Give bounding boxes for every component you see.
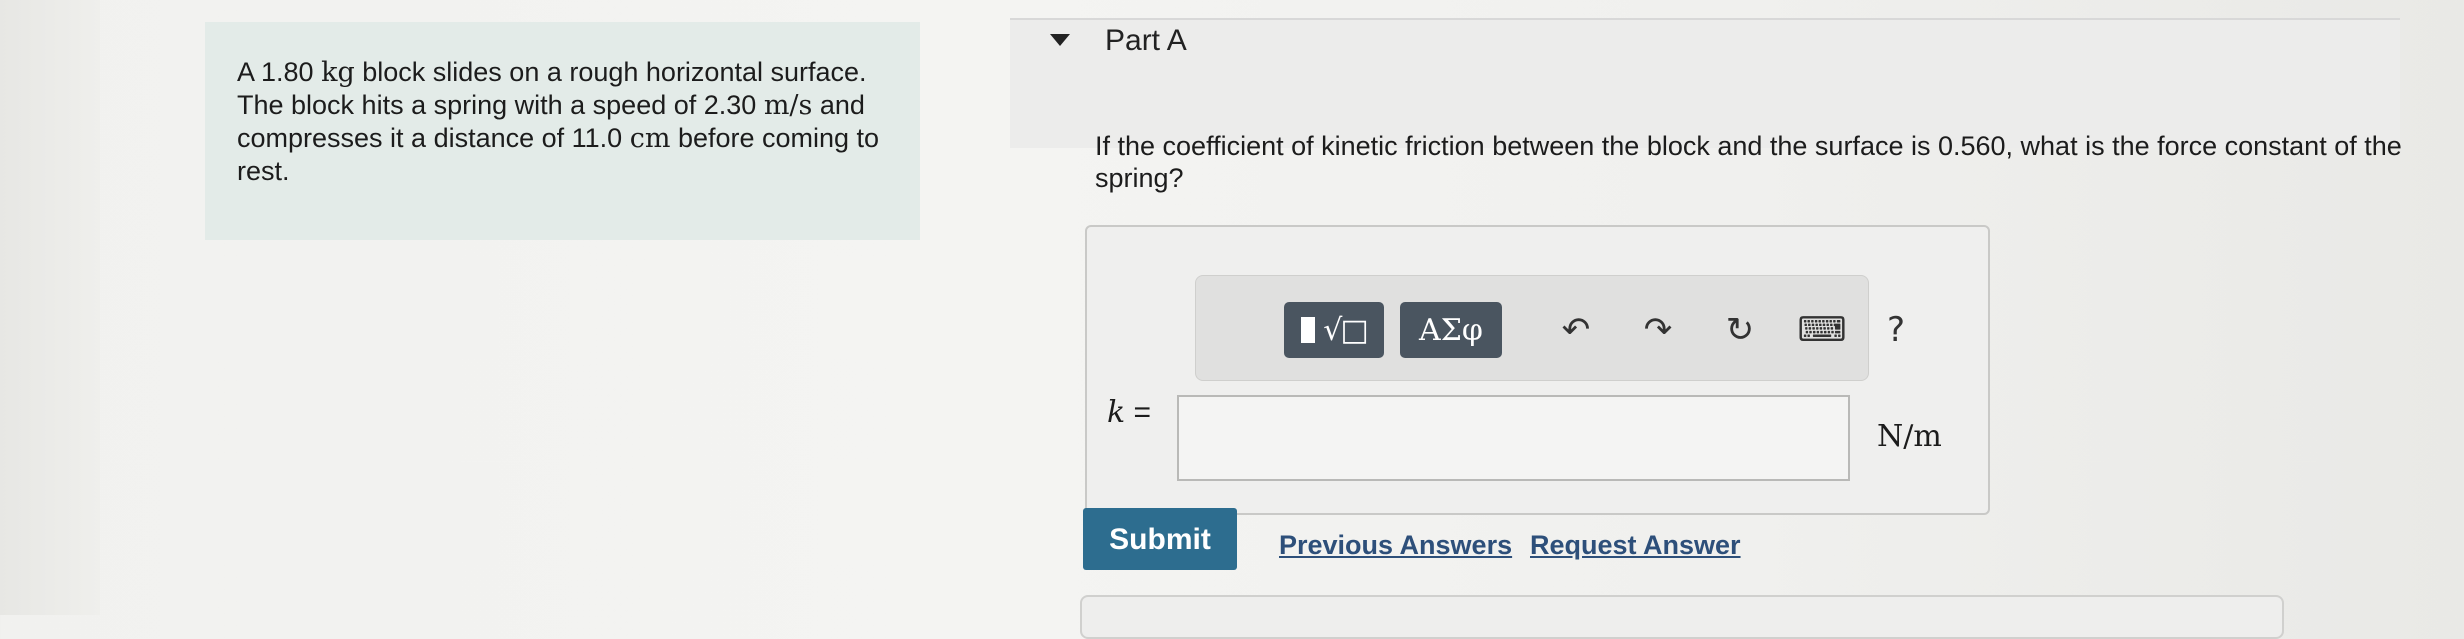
header-divider [1010,18,2400,20]
math-toolbar: √□ ΑΣφ ↶ ↷ ↻ ⌨ ? [1195,275,1905,381]
next-section-box [1080,595,2284,639]
left-edge [0,0,100,615]
answer-input[interactable] [1177,395,1850,481]
answer-equals: = [1125,396,1152,429]
answer-variable: k [1107,395,1126,430]
problem-statement: A 1.80 kg block slides on a rough horizo… [205,22,920,240]
redo-icon[interactable]: ↷ [1630,302,1686,358]
undo-icon[interactable]: ↶ [1548,302,1604,358]
speed-unit: m/s [763,90,813,121]
problem-text-1: A 1.80 [237,57,322,87]
help-button[interactable]: ? [1868,302,1924,358]
reset-icon[interactable]: ↻ [1712,302,1768,358]
part-title[interactable]: Part A [1105,24,1187,58]
previous-answers-link[interactable]: Previous Answers [1279,530,1512,561]
answer-unit: N/m [1877,419,1942,454]
mass-unit: kg [321,57,355,88]
template-square-icon [1301,317,1316,343]
answer-panel: √□ ΑΣφ ↶ ↷ ↻ ⌨ ? k = N/m [1085,225,1990,515]
radical-icon: √□ [1323,312,1368,348]
greek-symbols-button[interactable]: ΑΣφ [1400,302,1502,358]
request-answer-link[interactable]: Request Answer [1530,530,1741,561]
caret-down-icon[interactable] [1050,34,1070,46]
question-text: If the coefficient of kinetic friction b… [1095,131,2402,193]
answer-label: k = [1107,395,1151,430]
keyboard-icon[interactable]: ⌨ [1794,302,1850,358]
part-header[interactable]: Part A [1010,18,2400,148]
templates-button[interactable]: √□ [1284,302,1384,358]
submit-button[interactable]: Submit [1083,508,1237,570]
distance-unit: cm [629,123,671,154]
